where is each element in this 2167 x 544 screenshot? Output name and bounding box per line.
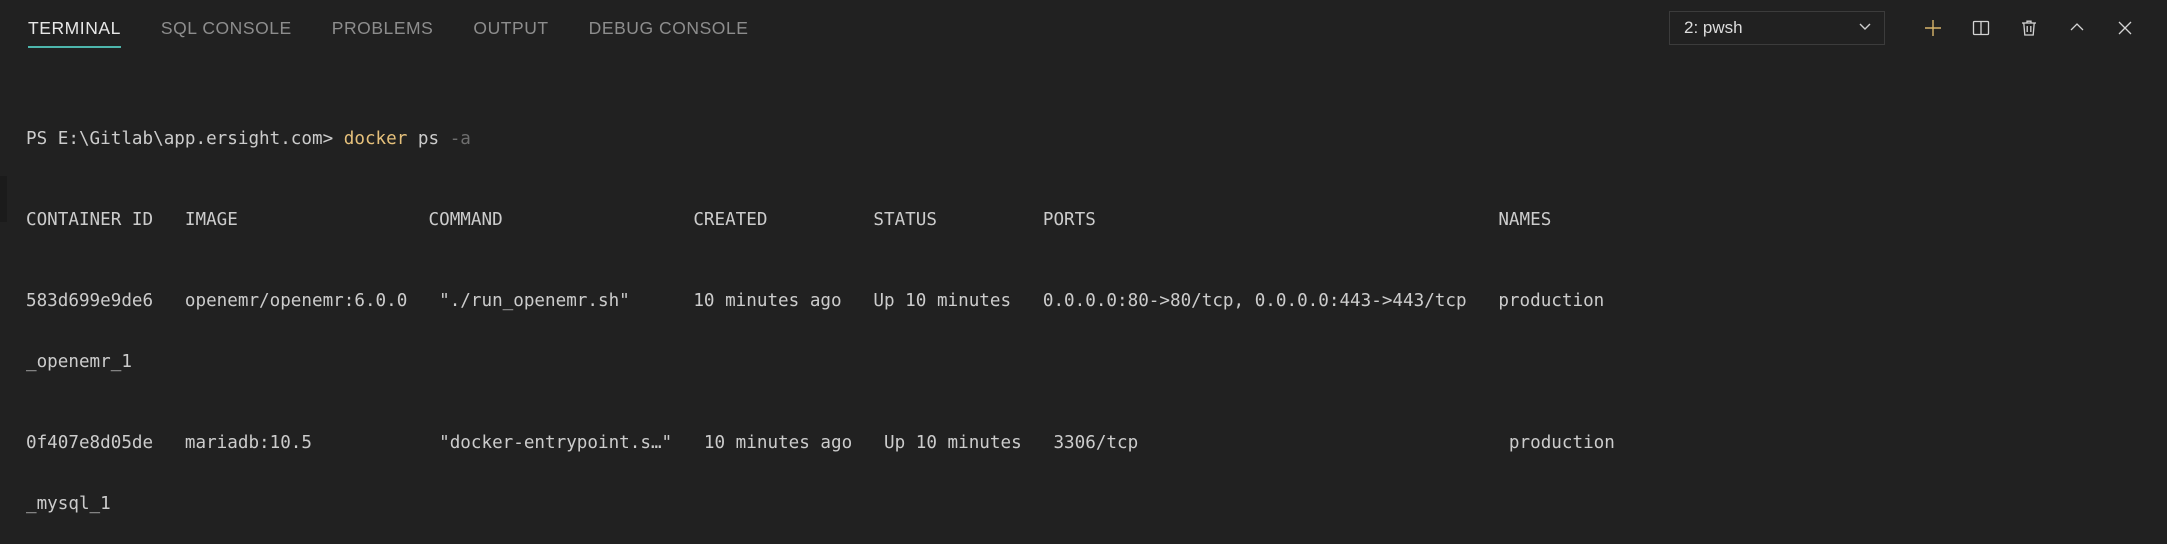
tab-output-label: OUTPUT [473,17,549,38]
split-panel-icon [1970,17,1992,39]
command-subcommand: ps [407,128,450,149]
trash-icon [2018,17,2040,39]
tab-debug-console-label: DEBUG CONSOLE [588,17,749,38]
new-terminal-button[interactable] [1913,8,1953,48]
plus-icon [1922,17,1944,39]
chevron-up-icon [2066,17,2088,39]
table-row: 0f407e8d05de mariadb:10.5 "docker-entryp… [26,433,1615,454]
tab-output[interactable]: OUTPUT [473,0,566,56]
maximize-panel-button[interactable] [2057,8,2097,48]
tab-terminal[interactable]: TERMINAL [28,0,121,56]
tab-problems[interactable]: PROBLEMS [332,0,452,56]
table-row-wrap: _openemr_1 [26,352,132,373]
terminal-output[interactable]: PS E:\Gitlab\app.ersight.com> docker ps … [0,60,2167,544]
kill-terminal-button[interactable] [2009,8,2049,48]
tab-debug-console[interactable]: DEBUG CONSOLE [589,0,767,56]
terminal-instance-select[interactable]: 2: pwsh [1669,11,1885,45]
docker-table-header: CONTAINER ID IMAGE COMMAND CREATED STATU… [26,210,1552,231]
tab-problems-label: PROBLEMS [331,17,434,38]
table-row-wrap: _mysql_1 [26,494,111,515]
terminal-instance-label: 2: pwsh [1684,18,1743,37]
terminal-panel: TERMINAL SQL CONSOLE PROBLEMS OUTPUT DEB… [0,0,2167,544]
chevron-down-icon [1856,17,1874,40]
tab-terminal-label: TERMINAL [28,17,121,38]
close-panel-button[interactable] [2105,8,2145,48]
split-terminal-button[interactable] [1961,8,2001,48]
prompt-path-1: PS E:\Gitlab\app.ersight.com> [26,128,344,149]
close-icon [2114,17,2136,39]
panel-header: TERMINAL SQL CONSOLE PROBLEMS OUTPUT DEB… [0,0,2167,56]
tab-sql-console[interactable]: SQL CONSOLE [161,0,310,56]
panel-tab-bar: TERMINAL SQL CONSOLE PROBLEMS OUTPUT DEB… [0,0,788,56]
command-flag: -a [449,128,471,149]
table-row: 583d699e9de6 openemr/openemr:6.0.0 "./ru… [26,291,1605,312]
terminal-prompt-line-1: PS E:\Gitlab\app.ersight.com> docker ps … [26,129,2167,149]
panel-toolbar: 2: pwsh [1669,0,2145,56]
command-name: docker [343,128,408,149]
tab-sql-console-label: SQL CONSOLE [160,17,292,38]
